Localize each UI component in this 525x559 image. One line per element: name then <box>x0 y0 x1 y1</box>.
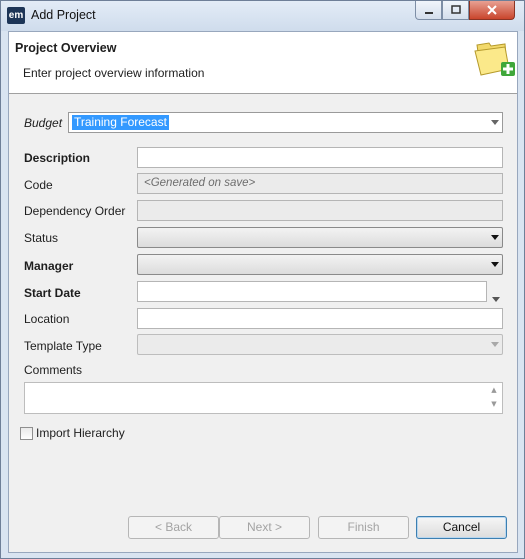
description-input[interactable] <box>137 147 503 168</box>
minimize-icon <box>424 12 433 14</box>
minimize-button[interactable] <box>415 1 442 20</box>
manager-select[interactable] <box>137 254 503 275</box>
comments-label: Comments <box>24 363 83 377</box>
code-placeholder: <Generated on save> <box>144 177 256 189</box>
close-icon <box>487 5 497 15</box>
maximize-button[interactable] <box>442 1 469 20</box>
import-hierarchy-checkbox[interactable] <box>20 427 33 440</box>
budget-value: Training Forecast <box>72 115 169 130</box>
budget-label: Budget <box>24 116 63 130</box>
dialog-content: Project Overview Enter project overview … <box>8 31 518 553</box>
comments-textarea[interactable]: ▲ ▼ <box>24 382 503 414</box>
chevron-down-icon <box>491 342 499 347</box>
back-button[interactable]: < Back <box>128 516 219 539</box>
import-hierarchy-label[interactable]: Import Hierarchy <box>36 426 125 440</box>
location-label: Location <box>24 312 70 326</box>
start-date-dropdown[interactable] <box>489 290 503 310</box>
status-select[interactable] <box>137 227 503 248</box>
template-type-select <box>137 334 503 355</box>
wizard-header: Project Overview Enter project overview … <box>9 32 517 94</box>
dependency-order-label: Dependency Order <box>24 204 126 218</box>
next-button[interactable]: Next > <box>219 516 310 539</box>
chevron-down-icon <box>491 235 499 240</box>
description-label: Description <box>24 151 91 165</box>
status-label: Status <box>24 231 59 245</box>
restore-icon <box>450 5 461 14</box>
budget-combo[interactable]: Training Forecast <box>68 112 503 133</box>
close-button[interactable] <box>469 1 515 20</box>
manager-label: Manager <box>24 259 74 273</box>
chevron-down-icon <box>491 262 499 267</box>
chevron-down-icon <box>492 297 500 302</box>
window-title: Add Project <box>31 8 96 22</box>
app-icon: em <box>7 7 25 24</box>
dependency-order-field <box>137 200 503 221</box>
start-date-label: Start Date <box>24 286 81 300</box>
cancel-button[interactable]: Cancel <box>416 516 507 539</box>
code-field: <Generated on save> <box>137 173 503 194</box>
chevron-down-icon[interactable] <box>491 120 499 125</box>
template-type-label: Template Type <box>24 339 102 353</box>
page-subtitle: Enter project overview information <box>23 66 205 80</box>
page-title: Project Overview <box>15 41 117 55</box>
title-bar[interactable]: em Add Project <box>1 1 524 31</box>
comments-scrollbar[interactable]: ▲ ▼ <box>486 383 502 413</box>
folder-add-icon <box>474 42 515 76</box>
code-label: Code <box>24 178 53 192</box>
add-project-window: em Add Project Project Overview Enter pr… <box>0 0 525 559</box>
location-input[interactable] <box>137 308 503 329</box>
start-date-input[interactable] <box>137 281 487 302</box>
finish-button[interactable]: Finish <box>318 516 409 539</box>
